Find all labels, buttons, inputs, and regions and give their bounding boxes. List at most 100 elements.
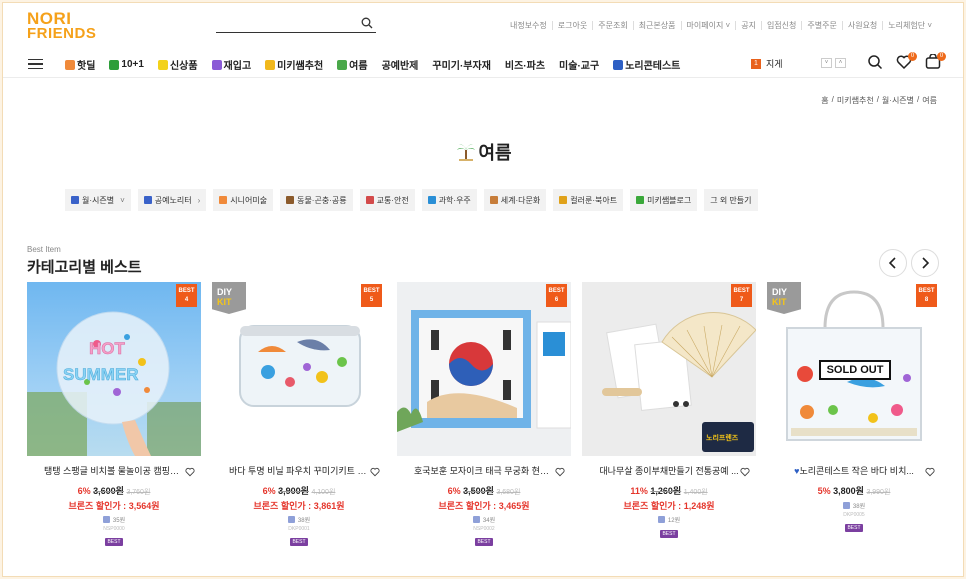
category-chip[interactable]: 세계·다문화	[483, 189, 547, 211]
sold-out-label: SOLD OUT	[819, 360, 891, 380]
product-card[interactable]: 노리프렌즈 BEST 7 대나무살 종이부채만들기 전통공예 ... 11% 1,…	[582, 282, 756, 546]
nav-item-label: 미술·교구	[559, 61, 600, 72]
nav-item[interactable]: 공예반제	[382, 57, 419, 72]
product-card[interactable]: HOT SUMMER BEST 4 탱탱 스팽글 비치볼 물놀이공 캠핑놀... …	[27, 282, 201, 546]
category-chip[interactable]: 공예노리터 ›	[137, 189, 207, 211]
cart-count: 0	[937, 52, 946, 61]
nav-item[interactable]: 신상품	[157, 57, 198, 72]
best-badge: BEST	[660, 530, 678, 538]
util-link-request[interactable]: 사원요청	[841, 21, 882, 30]
chip-icon	[71, 196, 79, 204]
cart-icon[interactable]: 0	[925, 52, 946, 70]
search-icon[interactable]	[867, 54, 883, 70]
product-name[interactable]: 대나무살 종이부채만들기 전통공예 ...	[599, 464, 738, 477]
util-link-orders[interactable]: 주문조회	[592, 21, 632, 30]
category-chip[interactable]: 시니어미술	[213, 189, 274, 211]
product-code: NSP0000	[103, 526, 125, 532]
category-chip[interactable]: 동물·곤충·공룡	[280, 189, 353, 211]
nav-item-label: 미키쌤추천	[277, 61, 324, 72]
nav-item[interactable]: 10+1	[109, 57, 144, 72]
chip-icon	[365, 196, 374, 204]
watch-widget[interactable]: 1 지게	[751, 57, 783, 70]
watch-arrows: ˅ ˄	[821, 58, 846, 68]
breadcrumb-separator: /	[876, 95, 879, 104]
best-badge: BEST	[475, 538, 493, 546]
nav-item[interactable]: 꾸미기·부자재	[432, 57, 491, 72]
product-name[interactable]: 호국보훈 모자이크 태극 무궁화 현충...	[414, 464, 554, 477]
nav-item[interactable]: 비즈·파츠	[505, 57, 545, 72]
product-code: NSP0002	[473, 526, 495, 532]
heart-icon[interactable]	[370, 464, 380, 482]
nav-item[interactable]: 미키쌤추천	[265, 57, 323, 72]
nav-item[interactable]: 재입고	[211, 57, 251, 72]
chip-label: 그 외 만들기	[710, 195, 752, 205]
product-name[interactable]: 탱탱 스팽글 비치볼 물놀이공 캠핑놀...	[44, 464, 184, 477]
category-chip[interactable]: 교통·안전	[359, 189, 415, 211]
product-list: HOT SUMMER BEST 4 탱탱 스팽글 비치볼 물놀이공 캠핑놀... …	[27, 282, 941, 546]
breadcrumb-item[interactable]: 미키쌤추천	[837, 95, 874, 106]
util-link-tester[interactable]: 노리체험단 ˅	[882, 21, 937, 30]
best-rank-tag: BEST 4	[176, 284, 197, 307]
product-image[interactable]: 노리프렌즈 BEST 7	[582, 282, 756, 456]
chip-label: 컬러룬·북아트	[570, 195, 618, 205]
heart-icon[interactable]	[185, 464, 195, 482]
carousel-prev-button[interactable]	[879, 249, 907, 277]
nav-item[interactable]: 여름	[337, 57, 368, 72]
util-link-partner[interactable]: 입점신청	[760, 21, 801, 30]
nav-item-icon	[613, 59, 624, 70]
watch-up-arrow[interactable]: ˄	[835, 58, 846, 68]
point-icon	[842, 502, 850, 509]
util-link-mypage[interactable]: 마이페이지 ˅	[680, 21, 736, 30]
watch-label: 지게	[766, 59, 783, 69]
heart-icon[interactable]	[740, 464, 750, 482]
util-link-profile[interactable]: 내정보수정	[505, 21, 552, 30]
sale-price: 브론즈 할인가 : 3,861원	[253, 501, 345, 511]
heart-icon[interactable]	[555, 464, 565, 482]
search-icon[interactable]	[361, 16, 373, 34]
util-link-weekly[interactable]: 주별주문	[801, 21, 841, 30]
product-image[interactable]: DIY KIT BEST 5	[212, 282, 386, 456]
category-chip[interactable]: 과학·우주	[421, 189, 477, 211]
breadcrumb-item[interactable]: 여름	[922, 95, 937, 106]
price-row: 5% 3,800원 3,990원	[817, 486, 891, 496]
category-chip[interactable]: 미키쌤블로그	[630, 189, 698, 211]
nav-item-label: 노리콘테스트	[625, 61, 681, 72]
sale-price: 브론즈 할인가 : 3,564원	[68, 501, 160, 511]
product-image[interactable]: SOLD OUT DIY KIT BEST 8	[767, 282, 941, 456]
nav-item-icon	[265, 59, 276, 70]
nav-item[interactable]: 핫딜	[65, 57, 95, 72]
carousel-next-button[interactable]	[911, 249, 939, 277]
heart-icon[interactable]	[925, 464, 935, 482]
breadcrumb-item[interactable]: 홈	[821, 95, 828, 106]
nav-item-label: 여름	[349, 61, 368, 72]
nav-item[interactable]: 미술·교구	[559, 57, 599, 72]
product-name[interactable]: ♥노리콘테스트 작은 바다 비치...	[794, 464, 914, 477]
product-card[interactable]: DIY KIT BEST 5 바다 투명 비닐 파우치 꾸미기키트 DI... 6%…	[212, 282, 386, 546]
point-icon	[657, 516, 665, 523]
category-chip[interactable]: 컬러룬·북아트	[553, 189, 624, 211]
search-input[interactable]	[216, 17, 356, 34]
product-card[interactable]: BEST 6 호국보훈 모자이크 태극 무궁화 현충... 6% 3,500원 3…	[397, 282, 571, 546]
product-name[interactable]: 바다 투명 비닐 파우치 꾸미기키트 DI...	[229, 464, 369, 477]
product-image[interactable]: HOT SUMMER BEST 4	[27, 282, 201, 456]
menu-icon[interactable]	[28, 59, 43, 69]
category-chip[interactable]: 월·시즌별 ˅	[65, 189, 131, 211]
breadcrumb-item[interactable]: 월·시즌별	[882, 95, 914, 106]
product-card[interactable]: SOLD OUT DIY KIT BEST 8 ♥노리콘테스트 작은 바다 비치..…	[767, 282, 941, 546]
util-link-notice[interactable]: 공지	[735, 21, 761, 30]
nav-icons: 0 0	[867, 52, 946, 70]
chip-icon	[286, 196, 295, 204]
best-badge: BEST	[845, 524, 863, 532]
wishlist-icon[interactable]: 0	[896, 52, 917, 70]
logo[interactable]: NORI FRIENDS	[27, 10, 96, 41]
chip-label: 세계·다문화	[500, 195, 541, 205]
util-link-recent[interactable]: 최근본상품	[632, 21, 681, 30]
util-link-logout[interactable]: 로그아웃	[551, 21, 592, 30]
chip-label: 시니어미술	[230, 195, 268, 205]
product-image[interactable]: BEST 6	[397, 282, 571, 456]
nav-item[interactable]: 노리콘테스트	[613, 57, 680, 72]
watch-down-arrow[interactable]: ˅	[821, 58, 832, 68]
category-chip[interactable]: 그 외 만들기	[704, 189, 758, 211]
chip-label: 공예노리터	[154, 195, 192, 205]
svg-text:노리프렌즈: 노리프렌즈	[706, 433, 739, 442]
